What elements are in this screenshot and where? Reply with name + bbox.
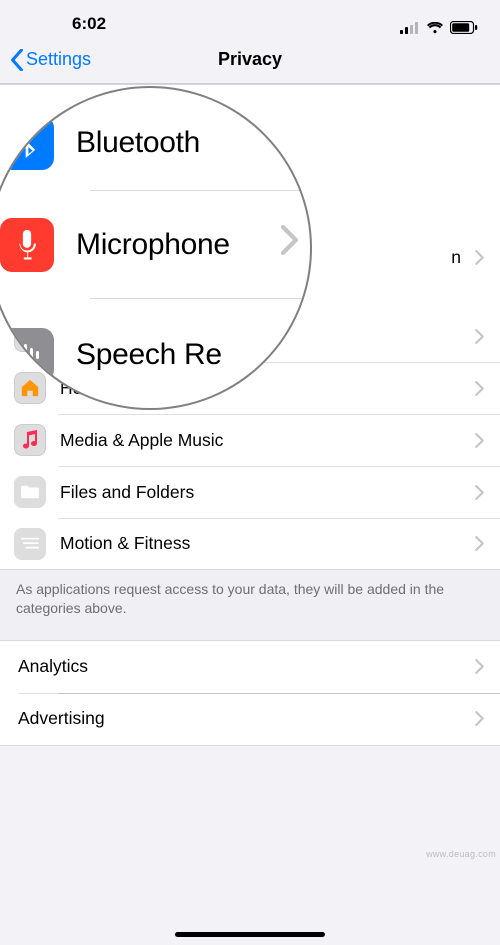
chevron-right-icon	[475, 250, 484, 265]
mag-row-speech[interactable]: Speech Re	[0, 310, 310, 400]
chevron-right-icon	[475, 381, 484, 396]
watermark: www.deuag.com	[426, 849, 496, 859]
chevron-left-icon	[10, 49, 24, 71]
mag-label: Speech Re	[76, 338, 222, 372]
mag-row-microphone[interactable]: Microphone	[0, 200, 310, 290]
back-button[interactable]: Settings	[0, 49, 91, 71]
chevron-right-icon	[475, 485, 484, 500]
row-label: Motion & Fitness	[60, 533, 475, 554]
music-icon	[14, 424, 46, 456]
nav-bar: Settings Privacy	[0, 36, 500, 84]
row-speech-tail: n	[451, 247, 461, 268]
status-bar: 6:02	[0, 0, 500, 36]
folder-icon	[14, 476, 46, 508]
cellular-icon	[400, 22, 420, 34]
motion-icon	[14, 528, 46, 560]
row-label: Analytics	[18, 656, 475, 677]
row-motion[interactable]: Motion & Fitness	[0, 518, 500, 570]
section-footer: As applications request access to your d…	[0, 570, 500, 640]
privacy-list-lower: Analytics Advertising	[0, 640, 500, 746]
chevron-right-icon	[475, 659, 484, 674]
row-label: Advertising	[18, 708, 475, 729]
chevron-right-icon	[475, 433, 484, 448]
mag-label: Bluetooth	[76, 126, 200, 160]
chevron-right-icon	[475, 536, 484, 551]
chevron-right-icon	[475, 711, 484, 726]
chevron-right-icon	[281, 225, 299, 265]
chevron-right-icon	[475, 329, 484, 344]
magnifier-overlay: Bluetooth Microphone Speech Re	[0, 88, 310, 408]
mag-row-bluetooth[interactable]: Bluetooth	[0, 98, 310, 188]
back-label: Settings	[26, 49, 91, 70]
screen: 6:02 Settings Privacy n Health	[0, 0, 500, 945]
bluetooth-icon	[0, 116, 54, 170]
bottom-spacer	[0, 746, 500, 826]
waveform-icon	[0, 328, 54, 382]
row-media[interactable]: Media & Apple Music	[0, 414, 500, 466]
mag-label: Microphone	[76, 228, 230, 262]
battery-icon	[450, 21, 478, 34]
status-time: 6:02	[22, 14, 106, 34]
status-indicators	[400, 21, 478, 34]
row-advertising[interactable]: Advertising	[0, 693, 500, 745]
row-analytics[interactable]: Analytics	[0, 641, 500, 693]
home-indicator[interactable]	[175, 932, 325, 937]
microphone-icon	[0, 218, 54, 272]
wifi-icon	[426, 22, 444, 34]
row-label: Media & Apple Music	[60, 430, 475, 451]
row-label: Files and Folders	[60, 482, 475, 503]
row-files[interactable]: Files and Folders	[0, 466, 500, 518]
